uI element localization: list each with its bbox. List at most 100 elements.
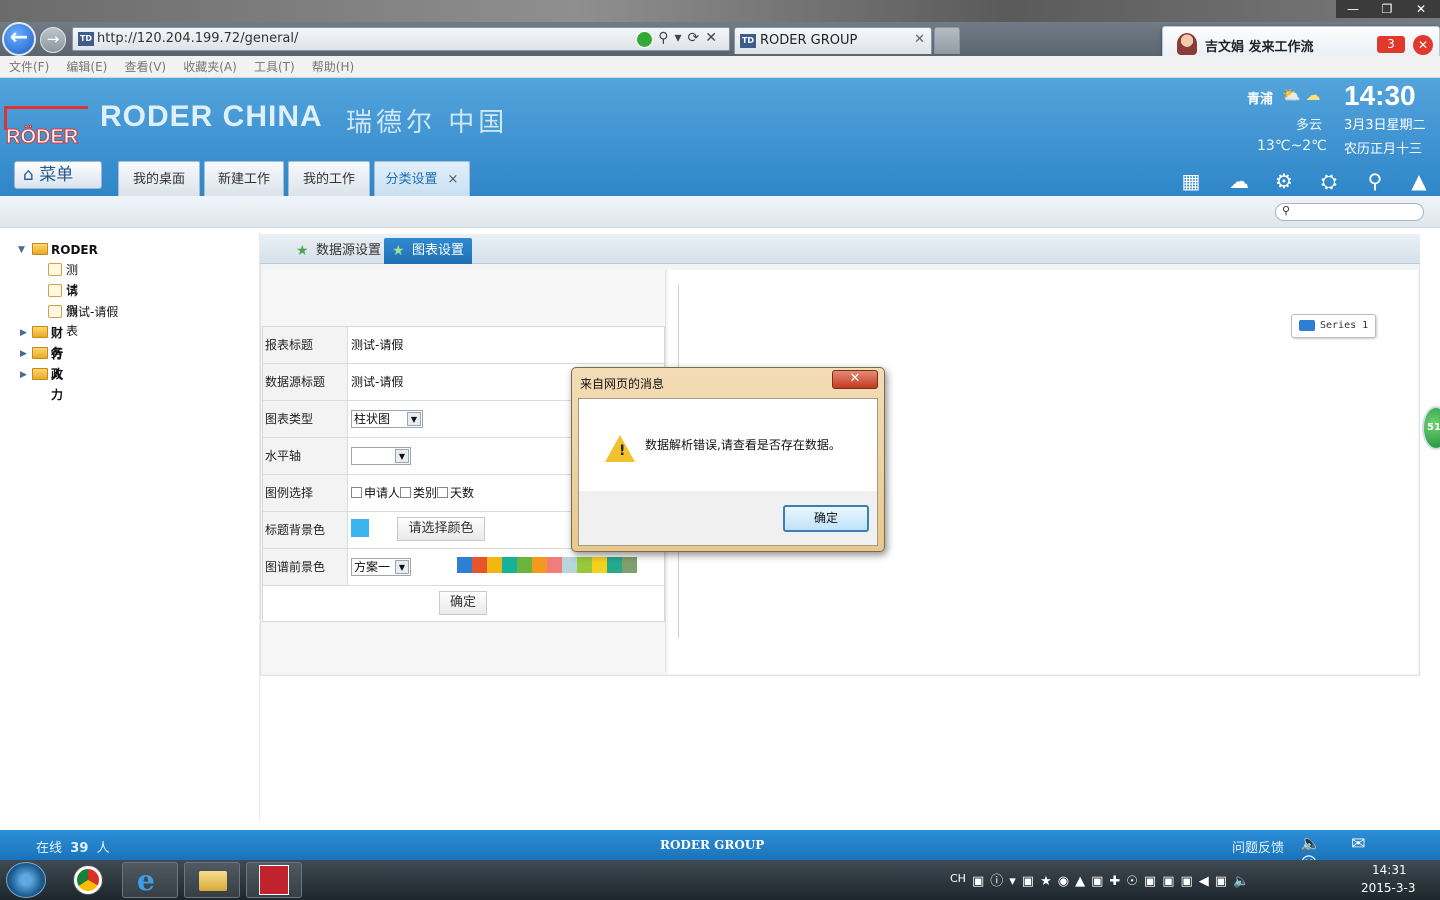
- new-tab-button[interactable]: [934, 27, 960, 54]
- legend-options: 申请人 类别 天数: [351, 475, 474, 511]
- avatar: [1177, 33, 1197, 55]
- tray-icons[interactable]: ▣ⓘ▾▣★◉▲▣✚☉▣▣▣◀▣🔈: [972, 870, 1255, 889]
- tab-new-work[interactable]: 新建工作: [204, 161, 284, 199]
- chart-type-select[interactable]: 柱状图 ▼: [351, 410, 423, 428]
- menu-favorites[interactable]: 收藏夹(A): [183, 56, 237, 78]
- checkbox-days[interactable]: [437, 487, 449, 498]
- subtab-label: 图表设置: [412, 243, 465, 258]
- palette-swatch-11: [607, 557, 622, 573]
- expand-arrow-icon[interactable]: ▶: [20, 323, 30, 343]
- menu-help[interactable]: 帮助(H): [312, 56, 354, 78]
- color-scheme-select[interactable]: 方案一 ▼: [351, 558, 411, 576]
- input-language[interactable]: CH: [950, 872, 966, 885]
- roder-logo: RÖDER: [4, 106, 88, 150]
- close-icon[interactable]: ✕: [1404, 0, 1438, 18]
- app-taskbar-icon[interactable]: [246, 862, 302, 898]
- tab-label: 我的桌面: [132, 172, 185, 187]
- chevron-down-icon: ▼: [395, 449, 409, 463]
- field-label: 报表标题: [263, 327, 348, 363]
- menu-file[interactable]: 文件(F): [9, 56, 49, 78]
- menu-edit[interactable]: 编辑(E): [66, 56, 107, 78]
- collapse-icon[interactable]: ▲: [1406, 168, 1432, 194]
- expand-arrow-icon[interactable]: ▶: [20, 365, 30, 385]
- restore-icon[interactable]: ❐: [1370, 0, 1404, 18]
- key-icon[interactable]: ⚲: [1362, 168, 1388, 194]
- tab-category-settings[interactable]: 分类设置 ×: [374, 161, 470, 199]
- browser-menubar: 文件(F) 编辑(E) 查看(V) 收藏夹(A) 工具(T) 帮助(H): [0, 56, 1440, 78]
- forward-button[interactable]: →: [40, 27, 66, 53]
- message-dialog: 来自网页的消息 ✕ ! 数据解析错误,请查看是否存在数据。 确定: [571, 367, 885, 552]
- floating-badge[interactable]: 51: [1422, 406, 1440, 450]
- status-bar: 在线 39 人 RODER GROUP 问题反馈 🔈✉☺: [0, 830, 1440, 874]
- back-button[interactable]: ←: [2, 22, 36, 56]
- explorer-taskbar-icon[interactable]: [184, 862, 240, 898]
- weather-cloudy-icon: ⛅ ☁: [1282, 86, 1321, 104]
- address-actions[interactable]: ⚲▾⟳✕: [658, 30, 723, 46]
- home-icon: ⌂: [23, 165, 34, 185]
- palette-swatch-9: [577, 557, 592, 573]
- expand-arrow-icon[interactable]: ▶: [20, 344, 30, 364]
- shirt-icon[interactable]: ⛭: [1316, 168, 1342, 194]
- mail-icon[interactable]: ✉: [1351, 834, 1395, 854]
- tab-close-icon[interactable]: ✕: [914, 32, 925, 47]
- online-users[interactable]: 在线 39 人: [36, 837, 110, 856]
- submit-button[interactable]: 确定: [439, 591, 487, 615]
- palette-swatch-6: [532, 557, 547, 573]
- tray-clock-time: 14:31: [1372, 863, 1407, 877]
- menu-tools[interactable]: 工具(T): [254, 56, 295, 78]
- help-cloud-icon[interactable]: ☁: [1226, 168, 1252, 194]
- menu-view[interactable]: 查看(V): [125, 56, 167, 78]
- tab-my-desktop[interactable]: 我的桌面: [118, 161, 200, 199]
- pick-color-button[interactable]: 请选择颜色: [397, 517, 485, 541]
- browser-tab[interactable]: TD RODER GROUP ✕: [734, 27, 932, 54]
- compat-view-icon[interactable]: [636, 31, 653, 48]
- clock-time: 14:30: [1344, 80, 1416, 111]
- dialog-ok-button[interactable]: 确定: [783, 505, 869, 532]
- search-strip: ⚲: [0, 196, 1440, 228]
- notification-close-icon[interactable]: ✕: [1413, 35, 1433, 55]
- field-label: 标题背景色: [263, 512, 348, 548]
- tab-my-work[interactable]: 我的工作: [288, 161, 370, 199]
- settings-icon[interactable]: ⚙: [1271, 168, 1297, 194]
- notification-count-badge: 3: [1377, 36, 1405, 53]
- chart-legend: Series 1: [1291, 314, 1376, 338]
- report-title-field[interactable]: 测试-请假: [351, 327, 403, 363]
- sound-icon[interactable]: 🔈: [1300, 834, 1351, 854]
- checkbox-applicant[interactable]: [351, 487, 362, 498]
- form-row-report-title: 报表标题 测试-请假: [263, 327, 664, 364]
- app-header: RÖDER RODER CHINA 瑞德尔 中国 青浦 ⛅ ☁ 多云 13℃~2…: [0, 78, 1440, 199]
- site-favicon-icon: TD: [78, 32, 94, 46]
- tree-node-test-leave[interactable]: 测试-请假: [48, 302, 168, 322]
- tree-label: 测试-请假: [66, 305, 119, 319]
- online-count: 39: [70, 841, 89, 856]
- subtab-datasource[interactable]: ★ 数据源设置: [288, 238, 389, 264]
- collapse-arrow-icon[interactable]: ▼: [18, 240, 28, 260]
- ie-taskbar-icon[interactable]: e: [122, 862, 178, 898]
- chrome-taskbar-icon[interactable]: [62, 862, 118, 898]
- checkbox-category[interactable]: [400, 487, 412, 498]
- subtab-chart-settings[interactable]: ★ 图表设置: [384, 238, 473, 264]
- x-axis-select[interactable]: ▼: [351, 447, 411, 465]
- chevron-down-icon: ▼: [407, 412, 421, 426]
- main-menu-button[interactable]: ⌂ 菜单: [14, 161, 102, 189]
- checkbox-label: 类别: [413, 486, 438, 500]
- palette-swatch-2: [472, 557, 487, 573]
- app-logo: [259, 865, 289, 895]
- star-icon: ★: [296, 243, 309, 259]
- apps-icon[interactable]: ▦: [1178, 168, 1204, 194]
- logo-text: RÖDER: [5, 126, 79, 149]
- brand-title-en: RODER CHINA: [100, 100, 323, 133]
- minimize-icon[interactable]: —: [1336, 0, 1370, 18]
- address-url[interactable]: http://120.204.199.72/general/: [97, 31, 298, 46]
- datasource-title-field[interactable]: 测试-请假: [351, 364, 403, 400]
- search-input[interactable]: ⚲: [1275, 203, 1424, 221]
- tab-close-icon[interactable]: ×: [448, 172, 459, 187]
- start-button[interactable]: [6, 862, 46, 898]
- dialog-close-button[interactable]: ✕: [832, 370, 878, 389]
- feedback-link[interactable]: 问题反馈: [1232, 837, 1284, 856]
- clock-lunar-date: 农历正月十三: [1344, 142, 1423, 157]
- form-icon: [48, 284, 62, 297]
- dialog-message: 数据解析错误,请查看是否存在数据。: [645, 438, 841, 452]
- field-label: 水平轴: [263, 438, 348, 474]
- address-bar[interactable]: TD http://120.204.199.72/general/ ⚲▾⟳✕: [72, 27, 730, 51]
